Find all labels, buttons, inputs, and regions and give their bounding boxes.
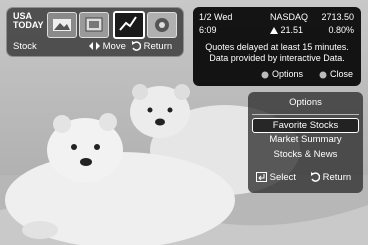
stock-app-icon[interactable] bbox=[113, 11, 145, 39]
ticker-change-value: 21.51 bbox=[280, 25, 304, 35]
up-triangle-icon bbox=[270, 27, 278, 35]
ticker-close-button[interactable]: Close bbox=[319, 69, 353, 79]
return-icon bbox=[311, 172, 320, 183]
ticker-options-button[interactable]: Options bbox=[261, 69, 303, 79]
ticker-change: 21.51 bbox=[270, 25, 303, 35]
selected-app-label: Stock bbox=[13, 41, 37, 52]
ticker-options-label: Options bbox=[271, 69, 303, 79]
menu-item-stocks-news[interactable]: Stocks & News bbox=[252, 148, 359, 161]
select-label: Select bbox=[269, 172, 297, 183]
menu-item-market-summary[interactable]: Market Summary bbox=[252, 133, 359, 146]
ticker-disclaimer: Quotes delayed at least 15 minutes. Data… bbox=[193, 42, 361, 64]
options-dot-icon bbox=[261, 71, 269, 79]
move-hint: Move bbox=[89, 41, 126, 52]
options-menu-panel: Options Favorite Stocks Market Summary S… bbox=[248, 92, 363, 193]
ticker-index-value: 2713.50 bbox=[321, 12, 354, 22]
disclaimer-line-2: Data provided by interactive Data. bbox=[209, 53, 345, 63]
ticker-time: 6:09 bbox=[199, 25, 217, 35]
select-hint: Select bbox=[256, 172, 296, 183]
ticker-index-name: NASDAQ bbox=[270, 12, 309, 22]
tv-screen: USA TODAY Stock Move Return 1/2 Wed NASD… bbox=[0, 0, 368, 245]
options-return-hint: Return bbox=[310, 172, 351, 183]
app-launcher-bar: USA TODAY Stock Move Return bbox=[6, 7, 184, 57]
ticker-close-label: Close bbox=[329, 69, 353, 79]
enter-icon bbox=[256, 172, 267, 183]
options-divider bbox=[252, 114, 359, 115]
photo-app-icon[interactable] bbox=[47, 12, 77, 38]
left-right-arrows-icon bbox=[89, 42, 100, 51]
logo-line-2: TODAY bbox=[13, 20, 44, 30]
menu-item-favorite-stocks[interactable]: Favorite Stocks bbox=[252, 118, 359, 133]
ticker-date: 1/2 Wed bbox=[199, 12, 233, 22]
close-dot-icon bbox=[319, 71, 327, 79]
disclaimer-line-1: Quotes delayed at least 15 minutes. bbox=[205, 42, 349, 52]
game-app-icon[interactable] bbox=[147, 12, 177, 38]
ticker-percent: 0.80% bbox=[328, 25, 354, 35]
return-hint: Return bbox=[131, 41, 172, 52]
return-icon bbox=[132, 41, 141, 52]
nasdaq-ticker-panel: 1/2 Wed NASDAQ 2713.50 6:09 21.51 0.80% … bbox=[193, 7, 361, 86]
move-label: Move bbox=[102, 41, 126, 52]
options-return-label: Return bbox=[322, 172, 352, 183]
screen-app-icon[interactable] bbox=[79, 12, 109, 38]
usa-today-logo[interactable]: USA TODAY bbox=[13, 12, 44, 36]
return-label: Return bbox=[143, 41, 173, 52]
options-title: Options bbox=[289, 97, 322, 108]
